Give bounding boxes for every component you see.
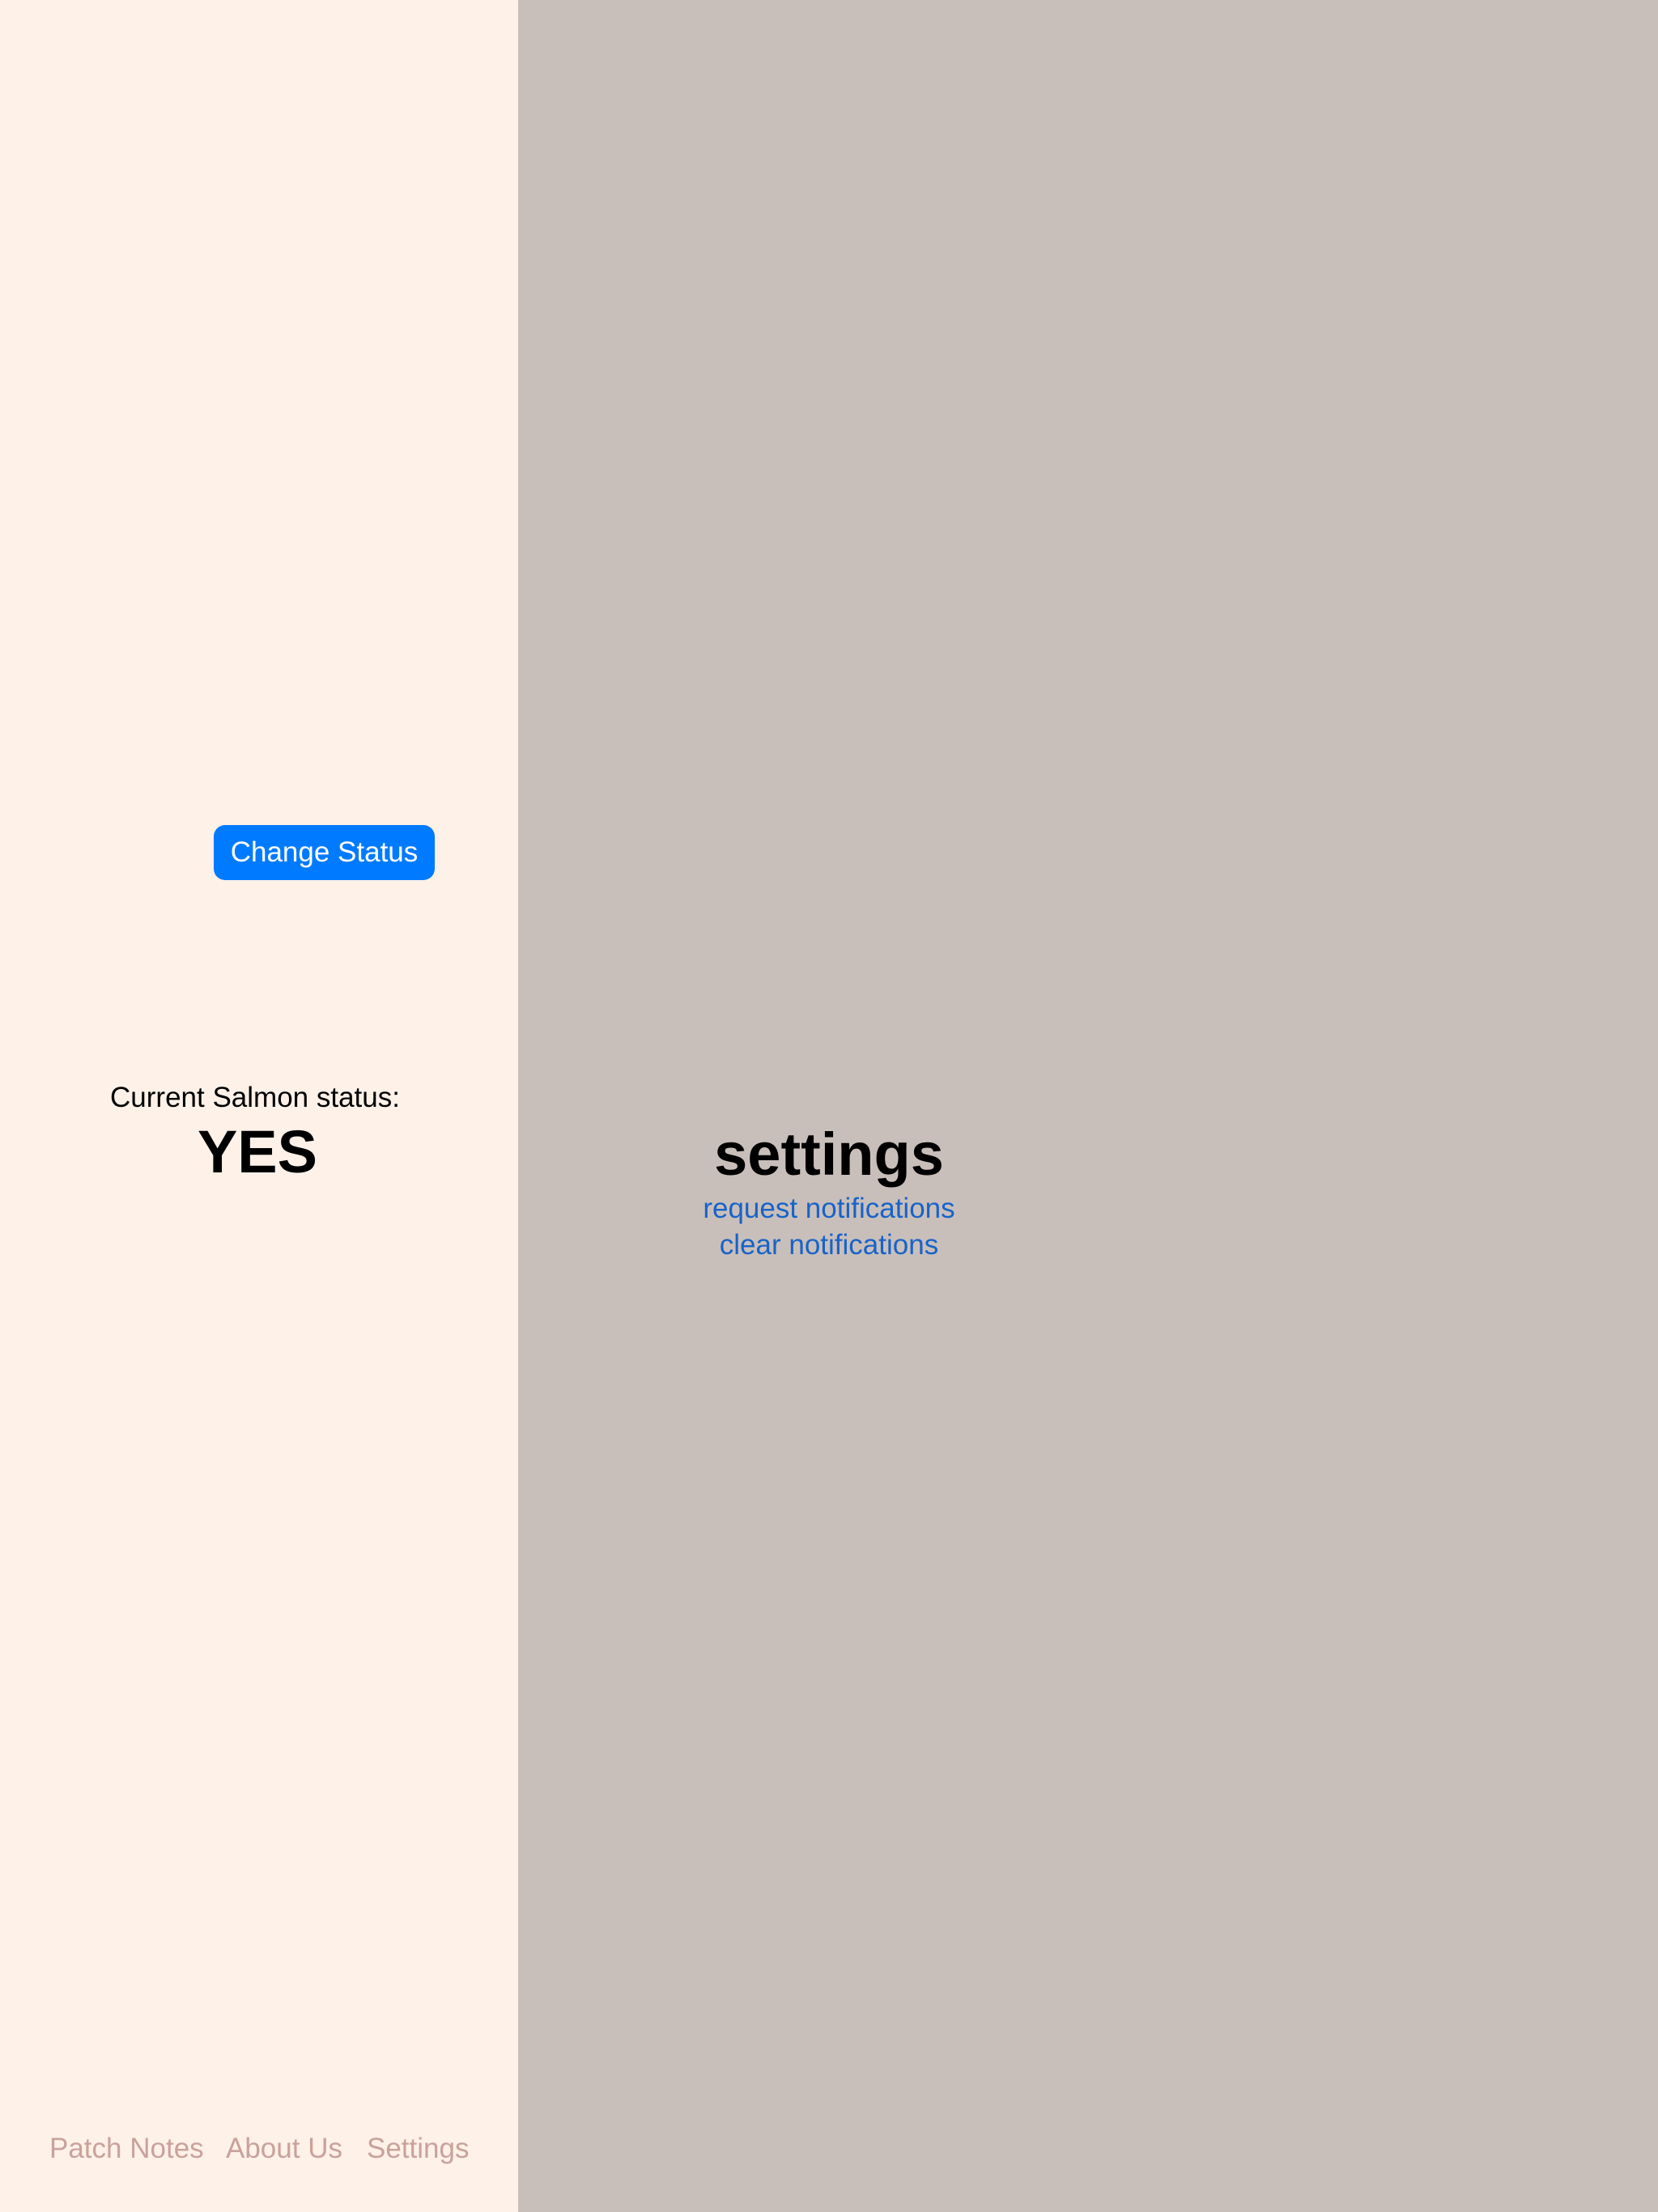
request-notifications-link[interactable]: request notifications: [518, 1190, 1140, 1227]
status-label: Current Salmon status:: [110, 1082, 400, 1113]
clear-notifications-link[interactable]: clear notifications: [518, 1227, 1140, 1264]
tab-patch-notes[interactable]: Patch Notes: [49, 2126, 204, 2172]
change-status-button[interactable]: Change Status: [214, 825, 435, 880]
settings-title: settings: [714, 1121, 944, 1188]
tab-bar: Patch Notes About Us Settings: [0, 2126, 518, 2172]
status-pane: Change Status Current Salmon status: YES…: [0, 0, 518, 2212]
tab-settings[interactable]: Settings: [367, 2126, 469, 2172]
status-value: YES: [197, 1118, 318, 1185]
settings-pane: [518, 0, 1658, 2212]
app-window: Change Status Current Salmon status: YES…: [0, 0, 1658, 2212]
tab-about-us[interactable]: About Us: [226, 2126, 342, 2172]
